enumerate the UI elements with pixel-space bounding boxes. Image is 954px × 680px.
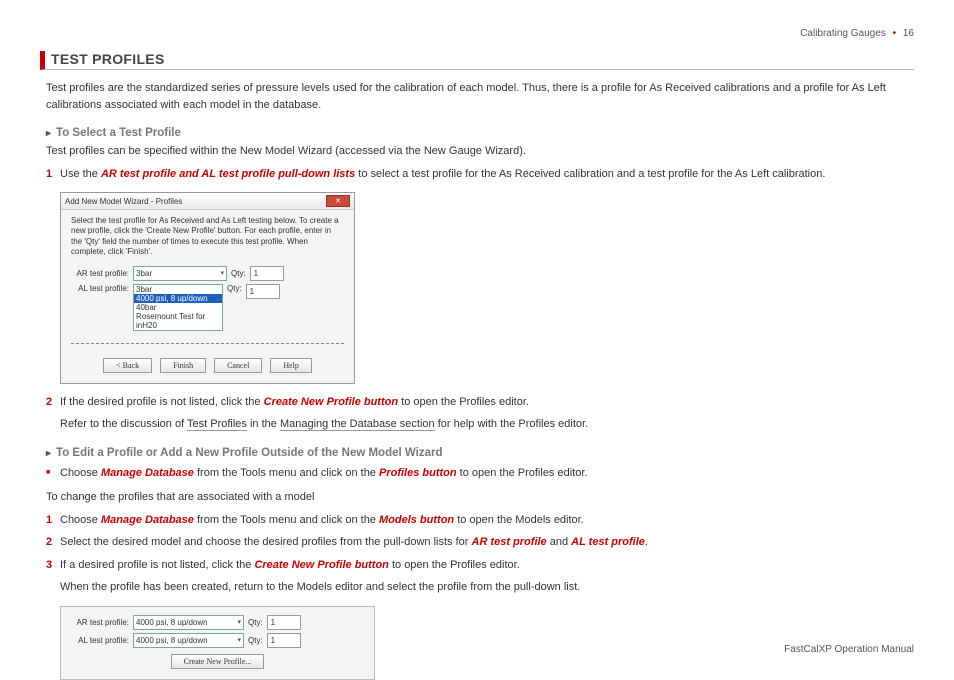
ar-qty-input[interactable]: 1 <box>250 266 284 281</box>
chevron-down-icon: ▾ <box>237 618 241 626</box>
dialog-titlebar: Add New Model Wizard - Profiles ✕ <box>61 193 354 210</box>
profiles-btn-ref: Profiles button <box>379 467 457 479</box>
create-profile-ref: Create New Profile button <box>264 396 398 408</box>
t: to open the Profiles editor. <box>389 559 520 571</box>
t: and <box>547 536 571 548</box>
chevron-down-icon: ▾ <box>237 636 241 644</box>
step-num: 2 <box>46 534 60 551</box>
t: Select the desired model and choose the … <box>60 536 472 548</box>
step-num: 1 <box>46 166 60 183</box>
select-lead: Test profiles can be specified within th… <box>46 143 914 160</box>
p2-qty-label: Qty: <box>248 618 263 627</box>
page-header: Calibrating Gauges • 16 <box>40 28 914 39</box>
step-1: 1 Use the AR test profile and AL test pr… <box>46 166 914 183</box>
al-profile-dropdown[interactable]: 3bar 4000 psi, 8 up/down 40bar Rosemount… <box>133 284 223 331</box>
opt-rosemount[interactable]: Rosemount Test for inH20 <box>134 312 222 330</box>
create-profile-ref2: Create New Profile button <box>254 559 388 571</box>
t: to open the Profiles editor. <box>398 396 529 408</box>
qty-label2: Qty: <box>227 284 242 293</box>
ar-profile-ref: AR test profile <box>472 536 547 548</box>
ar-profile-combo[interactable]: 3bar▾ <box>133 266 227 281</box>
t: Choose <box>60 514 101 526</box>
step-num: 2 <box>46 394 60 411</box>
subheading-select: To Select a Test Profile <box>46 127 914 139</box>
dashed-divider <box>71 343 344 344</box>
al-profile-ref: AL test profile <box>571 536 645 548</box>
opt-40bar[interactable]: 40bar <box>134 303 222 312</box>
al-label: AL test profile: <box>71 284 129 293</box>
header-section: Calibrating Gauges <box>800 28 886 39</box>
opt-4000psi[interactable]: 4000 psi, 8 up/down <box>134 294 222 303</box>
dialog-desc: Select the test profile for As Received … <box>71 216 344 258</box>
cancel-button[interactable]: Cancel <box>214 358 262 373</box>
al-qty-input[interactable]: 1 <box>246 284 280 299</box>
opt-3bar[interactable]: 3bar <box>134 285 222 294</box>
header-page: 16 <box>903 28 914 39</box>
refer-line: Refer to the discussion of Test Profiles… <box>60 416 914 433</box>
back-button[interactable]: < Back <box>103 358 152 373</box>
intro-text: Test profiles are the standardized serie… <box>46 80 914 113</box>
section-title: TEST PROFILES <box>40 51 914 70</box>
manage-db-ref2: Manage Database <box>101 514 194 526</box>
bullet-1: Choose Manage Database from the Tools me… <box>46 465 914 482</box>
t: Refer to the discussion of <box>60 418 187 430</box>
p2-al-label: AL test profile: <box>71 636 129 645</box>
chevron-down-icon: ▾ <box>220 269 224 277</box>
s2-step-2: 2 Select the desired model and choose th… <box>46 534 914 551</box>
p2-ar-qty[interactable]: 1 <box>267 615 301 630</box>
ar-label: AR test profile: <box>71 269 129 278</box>
footer: FastCalXP Operation Manual <box>784 644 914 655</box>
close-icon[interactable]: ✕ <box>326 195 350 207</box>
t: to open the Profiles editor. <box>457 467 588 479</box>
t: Choose <box>60 467 101 479</box>
p2-al-combo[interactable]: 4000 psi, 8 up/down▾ <box>133 633 244 648</box>
t: Use the <box>60 168 101 180</box>
models-btn-ref: Models button <box>379 514 454 526</box>
link-managing-db[interactable]: Managing the Database section <box>280 418 435 431</box>
ar-al-pulldown-ref: AR test profile and AL test profile pull… <box>101 168 355 180</box>
t: from the Tools menu and click on the <box>194 467 379 479</box>
p2-qty-label2: Qty: <box>248 636 263 645</box>
t: If the desired profile is not listed, cl… <box>60 396 264 408</box>
change-lead: To change the profiles that are associat… <box>46 489 914 506</box>
dialog-buttons: < Back Finish Cancel Help <box>61 348 354 383</box>
after-create: When the profile has been created, retur… <box>60 579 914 596</box>
p2-ar-combo[interactable]: 4000 psi, 8 up/down▾ <box>133 615 244 630</box>
t: . <box>645 536 648 548</box>
p2-al-qty[interactable]: 1 <box>267 633 301 648</box>
t: to open the Models editor. <box>454 514 584 526</box>
qty-label: Qty: <box>231 269 246 278</box>
t: to select a test profile for the As Rece… <box>355 168 825 180</box>
s2-step-1: 1 Choose Manage Database from the Tools … <box>46 512 914 529</box>
step-num: 1 <box>46 512 60 529</box>
header-bullet: • <box>893 28 897 39</box>
dialog-title: Add New Model Wizard - Profiles <box>65 197 182 206</box>
t: If a desired profile is not listed, clic… <box>60 559 254 571</box>
create-new-profile-button[interactable]: Create New Profile... <box>171 654 265 669</box>
t: from the Tools menu and click on the <box>194 514 379 526</box>
s2-step-3: 3 If a desired profile is not listed, cl… <box>46 557 914 574</box>
t: in the <box>247 418 280 430</box>
step-num: 3 <box>46 557 60 574</box>
step-2: 2 If the desired profile is not listed, … <box>46 394 914 411</box>
link-test-profiles[interactable]: Test Profiles <box>187 418 247 431</box>
finish-button[interactable]: Finish <box>160 358 206 373</box>
manage-db-ref: Manage Database <box>101 467 194 479</box>
help-button[interactable]: Help <box>270 358 312 373</box>
p2-ar-label: AR test profile: <box>71 618 129 627</box>
wizard-dialog: Add New Model Wizard - Profiles ✕ Select… <box>60 192 355 384</box>
subheading-edit: To Edit a Profile or Add a New Profile O… <box>46 447 914 459</box>
profiles-panel: AR test profile: 4000 psi, 8 up/down▾ Qt… <box>60 606 375 680</box>
t: for help with the Profiles editor. <box>435 418 588 430</box>
